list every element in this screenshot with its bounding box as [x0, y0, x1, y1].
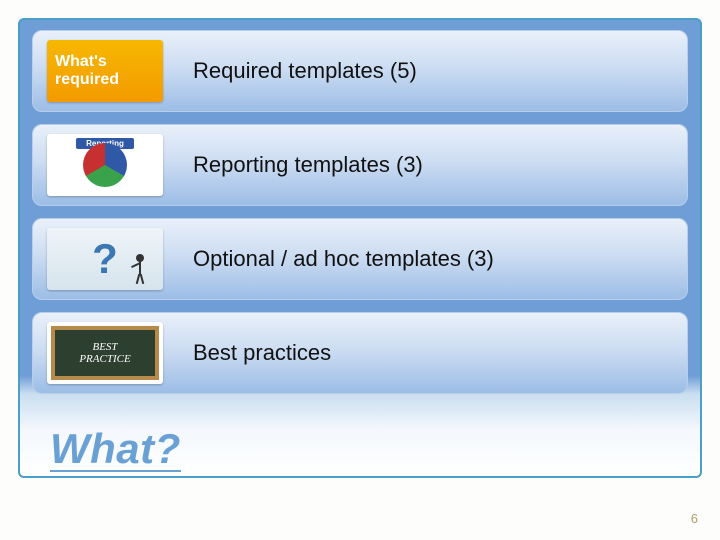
- row-label: Optional / ad hoc templates (3): [193, 246, 494, 272]
- row-label: Best practices: [193, 340, 331, 366]
- row-reporting: Reporting Reporting templates (3): [32, 124, 688, 206]
- row-best-practices: BEST PRACTICE Best practices: [32, 312, 688, 394]
- icon-text-bottom: required: [55, 71, 119, 89]
- question-mark-icon: ?: [92, 238, 118, 280]
- row-required: What's required Required templates (5): [32, 30, 688, 112]
- icon-text-top: What's: [55, 53, 107, 71]
- pie-chart-icon: [83, 143, 127, 187]
- row-optional: ? Optional / ad hoc templates (3): [32, 218, 688, 300]
- chalk-text-bottom: PRACTICE: [79, 353, 130, 365]
- question-icon: ?: [47, 228, 163, 290]
- best-practice-icon: BEST PRACTICE: [47, 322, 163, 384]
- row-label: Required templates (5): [193, 58, 417, 84]
- stick-figure-icon: [131, 254, 149, 284]
- chalkboard-icon: BEST PRACTICE: [51, 326, 159, 380]
- reporting-icon: Reporting: [47, 134, 163, 196]
- row-label: Reporting templates (3): [193, 152, 423, 178]
- slide-title: What?: [50, 428, 181, 472]
- slide-frame: What's required Required templates (5) R…: [18, 18, 702, 478]
- whats-required-icon: What's required: [47, 40, 163, 102]
- page-number: 6: [691, 511, 698, 526]
- chalk-text-top: BEST: [92, 341, 117, 353]
